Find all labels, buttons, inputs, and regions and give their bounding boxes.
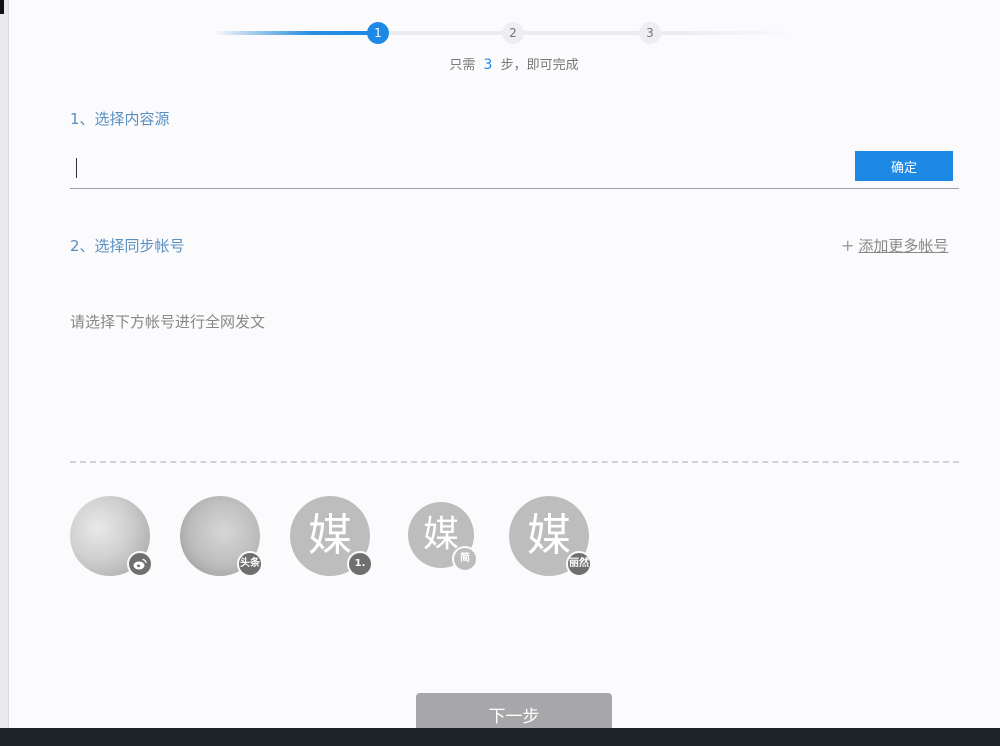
add-more-accounts-link[interactable]: + 添加更多帐号 [841, 235, 948, 256]
platform-badge-5: 丽然 [566, 551, 592, 577]
platform-badge-toutiao: 头条 [237, 551, 263, 577]
stepper-progress [214, 31, 374, 35]
platform-badge-3: 1. [347, 551, 373, 577]
step-2-indicator: 2 [502, 22, 524, 44]
account-avatar-4[interactable]: 媒 简 [408, 502, 478, 572]
dashed-divider [70, 461, 959, 463]
step-1-indicator: 1 [367, 22, 389, 44]
platform-badge-jianshu: 简 [452, 546, 478, 572]
account-avatar-5[interactable]: 媒 丽然 [509, 496, 592, 577]
plus-icon: + [841, 236, 855, 255]
content-source-input[interactable] [70, 150, 862, 186]
page-content: 1 2 3 只需 3 步，即可完成 1、选择内容源 确定 2、选择同步帐号 + 添… [8, 0, 1000, 741]
weibo-icon [127, 551, 153, 577]
hint-prefix: 只需 [449, 58, 476, 73]
stepper-hint: 只需 3 步，即可完成 [379, 54, 649, 73]
confirm-button[interactable]: 确定 [855, 151, 953, 181]
hint-step-count: 3 [483, 57, 493, 73]
selected-accounts-placeholder: 请选择下方帐号进行全网发文 [70, 313, 266, 331]
account-avatar-3[interactable]: 媒 1. [290, 496, 373, 577]
account-avatar-2[interactable]: 头条 [180, 496, 263, 577]
section-title-content-source: 1、选择内容源 [70, 110, 170, 128]
section-title-sync-accounts: 2、选择同步帐号 [70, 237, 185, 255]
taskbar [0, 728, 1000, 746]
text-caret [76, 158, 77, 178]
step-3-indicator: 3 [639, 22, 661, 44]
input-underline [70, 188, 959, 189]
hint-suffix: 步，即可完成 [500, 58, 579, 73]
window-corner-mark [0, 0, 4, 14]
add-more-label: 添加更多帐号 [858, 237, 949, 255]
account-avatar-1[interactable] [70, 496, 153, 577]
